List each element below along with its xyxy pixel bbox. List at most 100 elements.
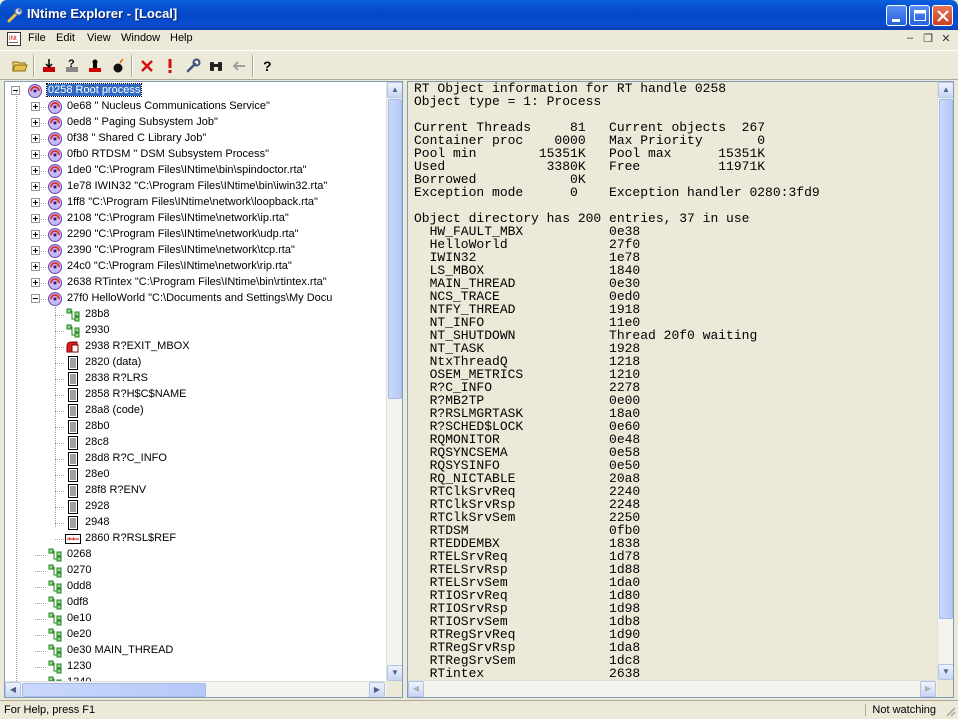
tree-node-label[interactable]: 2820 (data) [85, 356, 141, 368]
tree-node[interactable]: 0e68 " Nucleus Communications Service" [5, 99, 385, 115]
tree-node[interactable]: 1230 [5, 659, 385, 675]
tree-node[interactable]: 2290 "C:\Program Files\INtime\network\ud… [5, 227, 385, 243]
tree-node-label[interactable]: 1230 [67, 660, 91, 672]
tree-node[interactable]: 28c8 [5, 435, 385, 451]
query-button[interactable]: ? [61, 55, 83, 77]
expand-icon[interactable] [31, 230, 40, 239]
tree-node-label[interactable]: 24c0 "C:\Program Files\INtime\network\ri… [67, 260, 292, 272]
expand-icon[interactable] [31, 182, 40, 191]
tree-node[interactable]: 2820 (data) [5, 355, 385, 371]
expand-icon[interactable] [31, 278, 40, 287]
tree-node[interactable]: 2928 [5, 499, 385, 515]
close-button[interactable] [932, 5, 953, 26]
scroll-down-icon[interactable]: ▼ [938, 664, 953, 680]
scroll-up-icon[interactable]: ▲ [387, 82, 402, 98]
tree-node[interactable]: 2948 [5, 515, 385, 531]
tree-node[interactable]: 0258 Root process [5, 83, 385, 99]
info-vscroll-thumb[interactable] [939, 99, 953, 619]
expand-icon[interactable] [31, 198, 40, 207]
mdi-restore-icon[interactable]: ❐ [920, 32, 936, 46]
resize-grip-icon[interactable] [944, 705, 956, 717]
scroll-up-icon[interactable]: ▲ [938, 82, 953, 98]
tree-node[interactable]: ++ 2860 R?RSL$REF [5, 531, 385, 547]
scroll-down-icon[interactable]: ▼ [387, 665, 402, 681]
tree-node[interactable]: 0ed8 " Paging Subsystem Job" [5, 115, 385, 131]
tree-node-label[interactable]: 2948 [85, 516, 109, 528]
tree-node[interactable]: 0e30 MAIN_THREAD [5, 643, 385, 659]
tree-node[interactable]: 24c0 "C:\Program Files\INtime\network\ri… [5, 259, 385, 275]
tree-node-label[interactable]: 0e68 " Nucleus Communications Service" [67, 100, 270, 112]
tree-node-label[interactable]: 0fb0 RTDSM " DSM Subsystem Process" [67, 148, 269, 160]
tree-node-label[interactable]: 0ed8 " Paging Subsystem Job" [67, 116, 218, 128]
expand-icon[interactable] [31, 166, 40, 175]
tree-node[interactable]: 1ff8 "C:\Program Files\INtime\network\lo… [5, 195, 385, 211]
tree-node[interactable]: 28b0 [5, 419, 385, 435]
expand-icon[interactable] [31, 214, 40, 223]
tree-node[interactable]: 0268 [5, 547, 385, 563]
expand-icon[interactable] [31, 246, 40, 255]
tree-node[interactable]: 28a8 (code) [5, 403, 385, 419]
delete-button[interactable] [136, 55, 158, 77]
tree-node-label[interactable]: 1de0 "C:\Program Files\INtime\bin\spindo… [67, 164, 307, 176]
tree-node-label[interactable]: 28a8 (code) [85, 404, 144, 416]
tree-node-label[interactable]: 2928 [85, 500, 109, 512]
open-button[interactable] [9, 55, 31, 77]
menu-view[interactable]: View [87, 32, 111, 44]
tree-node-label[interactable]: 28b8 [85, 308, 109, 320]
tree-node-label[interactable]: 1e78 IWIN32 "C:\Program Files\INtime\bin… [67, 180, 327, 192]
expand-icon[interactable] [31, 102, 40, 111]
tree-node-label[interactable]: 2638 RTintex "C:\Program Files\INtime\bi… [67, 276, 327, 288]
tree-node-label[interactable]: 28c8 [85, 436, 109, 448]
tree-node-label[interactable]: 2108 "C:\Program Files\INtime\network\ip… [67, 212, 289, 224]
tree-node[interactable]: 28b8 [5, 307, 385, 323]
tree-node-label[interactable]: 2838 R?LRS [85, 372, 148, 384]
maximize-button[interactable] [909, 5, 930, 26]
info-vertical-scrollbar[interactable]: ▲ ▼ [937, 82, 953, 680]
tree-node[interactable]: 28f8 R?ENV [5, 483, 385, 499]
menu-file[interactable]: File [28, 32, 46, 44]
settings-button[interactable] [182, 55, 204, 77]
tree-node[interactable]: 28e0 [5, 467, 385, 483]
object-info-panel[interactable]: RT Object information for RT handle 0258… [407, 81, 954, 698]
scroll-right-icon[interactable]: ▶ [369, 682, 385, 697]
tree-node[interactable]: 2838 R?LRS [5, 371, 385, 387]
tree-node[interactable]: 28d8 R?C_INFO [5, 451, 385, 467]
tree-node-label[interactable]: 0e30 MAIN_THREAD [67, 644, 173, 656]
help-button[interactable]: ? [257, 55, 279, 77]
info-horizontal-scrollbar[interactable]: ◀ ▶ [408, 680, 937, 697]
tree-node-label[interactable]: 2930 [85, 324, 109, 336]
find-button[interactable] [205, 55, 227, 77]
expand-icon[interactable] [31, 118, 40, 127]
collapse-icon[interactable] [31, 294, 40, 303]
tree-node-label[interactable]: 2390 "C:\Program Files\INtime\network\tc… [67, 244, 295, 256]
tree-node[interactable]: 0270 [5, 563, 385, 579]
tree-node[interactable]: 2938 R?EXIT_MBOX [5, 339, 385, 355]
tree-node-label[interactable]: 0dd8 [67, 580, 91, 592]
tree-node[interactable]: 2858 R?H$C$NAME [5, 387, 385, 403]
tree-vertical-scrollbar[interactable]: ▲ ▼ [386, 82, 402, 681]
menu-help[interactable]: Help [170, 32, 193, 44]
bomb-button[interactable] [107, 55, 129, 77]
alert-button[interactable] [159, 55, 181, 77]
document-icon[interactable]: INt [6, 31, 22, 47]
scroll-left-icon[interactable]: ◀ [5, 682, 21, 697]
tree-node-label[interactable]: 28d8 R?C_INFO [85, 452, 167, 464]
tree-node-label[interactable]: 0258 Root process [45, 83, 143, 97]
mdi-minimize-icon[interactable]: – [902, 32, 918, 46]
title-bar[interactable]: INtime Explorer - [Local] [0, 0, 958, 30]
tree-node[interactable]: 1e78 IWIN32 "C:\Program Files\INtime\bin… [5, 179, 385, 195]
mdi-close-icon[interactable]: ✕ [938, 32, 954, 46]
scroll-left-icon[interactable]: ◀ [408, 681, 424, 697]
tree-node-label[interactable]: 0270 [67, 564, 91, 576]
tree-node-label[interactable]: 2938 R?EXIT_MBOX [85, 340, 190, 352]
tree-node-label[interactable]: 1ff8 "C:\Program Files\INtime\network\lo… [67, 196, 318, 208]
tree-node[interactable]: 27f0 HelloWorld "C:\Documents and Settin… [5, 291, 385, 307]
tree-node[interactable]: 0fb0 RTDSM " DSM Subsystem Process" [5, 147, 385, 163]
back-button[interactable] [228, 55, 250, 77]
tree-node-label[interactable]: 0e20 [67, 628, 91, 640]
tree-node-label[interactable]: 28b0 [85, 420, 109, 432]
tree-node-label[interactable]: 0df8 [67, 596, 88, 608]
expand-icon[interactable] [31, 262, 40, 271]
tree-node-label[interactable]: 0e10 [67, 612, 91, 624]
scroll-right-icon[interactable]: ▶ [920, 681, 936, 697]
